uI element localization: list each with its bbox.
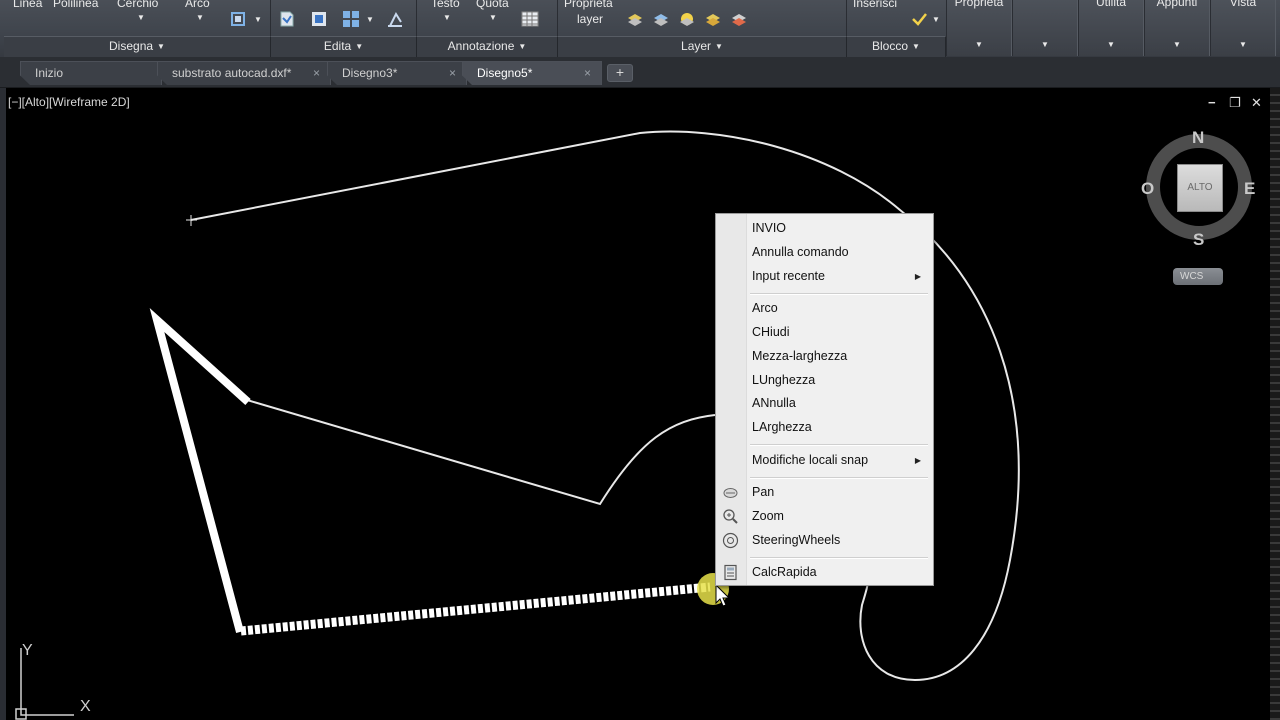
- menu-separator: [750, 444, 928, 446]
- wcs-menu[interactable]: WCS: [1173, 268, 1223, 285]
- viewcube-west[interactable]: O: [1141, 179, 1154, 199]
- context-menu: INVIO Annulla comando Input recente ▶ Ar…: [715, 213, 934, 586]
- viewcube-top-face[interactable]: ALTO: [1177, 164, 1223, 212]
- menu-item-modifiche-locali-snap[interactable]: Modifiche locali snap: [752, 453, 868, 467]
- submenu-arrow-icon: ▶: [914, 456, 921, 465]
- polyline-wide-segment-1: [149, 308, 251, 634]
- menu-item-larghezza[interactable]: LArghezza: [752, 420, 812, 434]
- menu-item-chiudi[interactable]: CHiudi: [752, 325, 790, 339]
- menu-item-mezza-larghezza[interactable]: Mezza-larghezza: [752, 349, 847, 363]
- menu-separator: [750, 293, 928, 295]
- polyline-wide-segment-2: [240, 582, 711, 636]
- ucs-x-label: X: [80, 698, 91, 715]
- menu-item-annulla[interactable]: ANnulla: [752, 396, 796, 410]
- zoom-icon: [723, 509, 738, 524]
- drawing-geometry: [15, 130, 1252, 720]
- menu-item-arco[interactable]: Arco: [752, 301, 778, 315]
- calculator-icon: [724, 564, 737, 581]
- viewcube-north[interactable]: N: [1192, 128, 1204, 148]
- menu-item-calcrapida[interactable]: CalcRapida: [752, 565, 817, 579]
- menu-item-invio[interactable]: INVIO: [752, 221, 786, 235]
- menu-item-zoom[interactable]: Zoom: [752, 509, 784, 523]
- ucs-y-label: Y: [22, 642, 33, 659]
- viewcube-east[interactable]: E: [1244, 179, 1255, 199]
- context-menu-icon-gutter: [716, 214, 747, 585]
- polyline-thin-segment: [246, 399, 716, 506]
- viewcube-south[interactable]: S: [1193, 230, 1204, 250]
- menu-item-lunghezza[interactable]: LUnghezza: [752, 373, 815, 387]
- start-point-marker: [186, 215, 197, 226]
- menu-item-annulla-comando[interactable]: Annulla comando: [752, 245, 849, 259]
- menu-separator: [750, 477, 928, 479]
- submenu-arrow-icon: ▶: [914, 272, 921, 281]
- steeringwheels-icon: [722, 532, 739, 549]
- menu-item-steeringwheels[interactable]: SteeringWheels: [752, 533, 840, 547]
- menu-item-pan[interactable]: Pan: [752, 485, 774, 499]
- menu-separator: [750, 557, 928, 559]
- pan-icon: [723, 488, 738, 498]
- menu-item-input-recente[interactable]: Input recente: [752, 269, 825, 283]
